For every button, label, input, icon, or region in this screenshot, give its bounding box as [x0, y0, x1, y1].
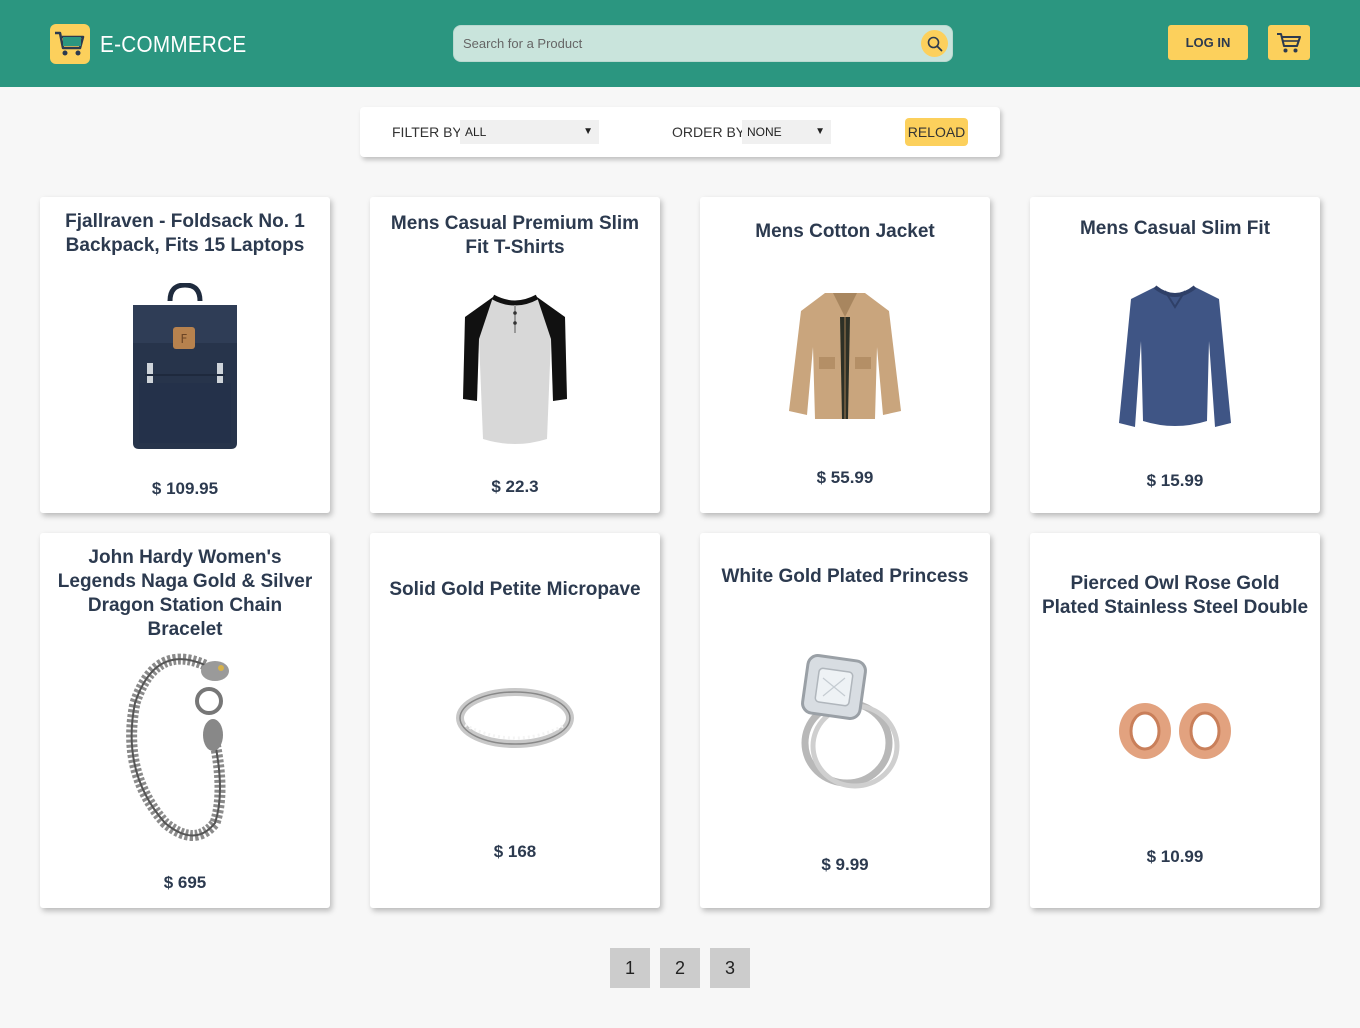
product-price: $ 10.99: [1146, 847, 1204, 866]
filter-by-label: FILTER BY: [392, 124, 462, 140]
product-card[interactable]: Pierced Owl Rose Gold Plated Stainless S…: [1030, 533, 1320, 908]
product-price: $ 22.3: [491, 477, 539, 496]
chevron-down-icon: ▼: [583, 126, 593, 137]
search-bar: [453, 25, 953, 62]
cart-button[interactable]: [1268, 25, 1310, 60]
svg-text:F: F: [181, 332, 188, 346]
product-title: White Gold Plated Princess: [721, 566, 969, 587]
ring-image: [370, 683, 660, 753]
product-title: Fjallraven - Foldsack No. 1 Backpack, Fi…: [65, 211, 305, 256]
filter-select-value: ALL: [465, 125, 487, 139]
filter-select[interactable]: ALL ▼: [460, 120, 599, 144]
product-price: $ 9.99: [821, 855, 869, 874]
page-button-3[interactable]: 3: [710, 948, 750, 988]
cart-logo-icon: [50, 24, 90, 64]
product-card[interactable]: White Gold Plated Princess $ 9.99: [700, 533, 990, 908]
reload-button[interactable]: RELOAD: [905, 118, 968, 146]
product-title: John Hardy Women's Legends Naga Gold & S…: [57, 547, 313, 640]
bracelet-image: [40, 643, 330, 848]
product-card[interactable]: Fjallraven - Foldsack No. 1 Backpack, Fi…: [40, 197, 330, 513]
product-card[interactable]: Mens Cotton Jacket $ 55.99: [700, 197, 990, 513]
tshirt-image: [370, 289, 660, 449]
longsleeve-image: [1030, 281, 1320, 431]
product-title: Solid Gold Petite Micropave: [389, 579, 641, 600]
product-title: Mens Casual Premium Slim Fit T-Shirts: [390, 213, 640, 258]
product-title: Mens Casual Slim Fit: [1079, 218, 1271, 239]
page-button-1[interactable]: 1: [610, 948, 650, 988]
brand[interactable]: E-COMMERCE: [50, 24, 263, 64]
product-price: $ 695: [163, 873, 207, 892]
product-card[interactable]: John Hardy Women's Legends Naga Gold & S…: [40, 533, 330, 908]
jacket-image: [700, 287, 990, 422]
search-button[interactable]: [921, 30, 948, 57]
search-input[interactable]: [454, 26, 914, 61]
cart-icon: [1277, 32, 1301, 52]
princess-ring-image: [700, 648, 990, 793]
search-icon: [927, 36, 942, 51]
earrings-image: [1030, 696, 1320, 766]
product-title: Mens Cotton Jacket: [755, 221, 935, 242]
brand-name: E-COMMERCE: [100, 30, 247, 57]
product-card[interactable]: Mens Casual Premium Slim Fit T-Shirts $ …: [370, 197, 660, 513]
product-price: $ 15.99: [1146, 471, 1204, 490]
order-select-value: NONE: [747, 125, 782, 139]
page-button-2[interactable]: 2: [660, 948, 700, 988]
product-price: $ 109.95: [151, 479, 219, 498]
filter-bar: FILTER BY ALL ▼ ORDER BY NONE ▼ RELOAD: [360, 107, 1000, 157]
product-title: Pierced Owl Rose Gold Plated Stainless S…: [1041, 573, 1309, 618]
header-bar: E-COMMERCE LOG IN: [0, 0, 1360, 87]
product-price: $ 168: [493, 842, 537, 861]
chevron-down-icon: ▼: [815, 126, 825, 137]
order-select[interactable]: NONE ▼: [742, 120, 831, 144]
product-card[interactable]: Solid Gold Petite Micropave $ 168: [370, 533, 660, 908]
backpack-image: F: [40, 283, 330, 453]
product-card[interactable]: Mens Casual Slim Fit $ 15.99: [1030, 197, 1320, 513]
product-price: $ 55.99: [816, 468, 874, 487]
login-button[interactable]: LOG IN: [1168, 25, 1248, 60]
order-by-label: ORDER BY: [672, 124, 746, 140]
